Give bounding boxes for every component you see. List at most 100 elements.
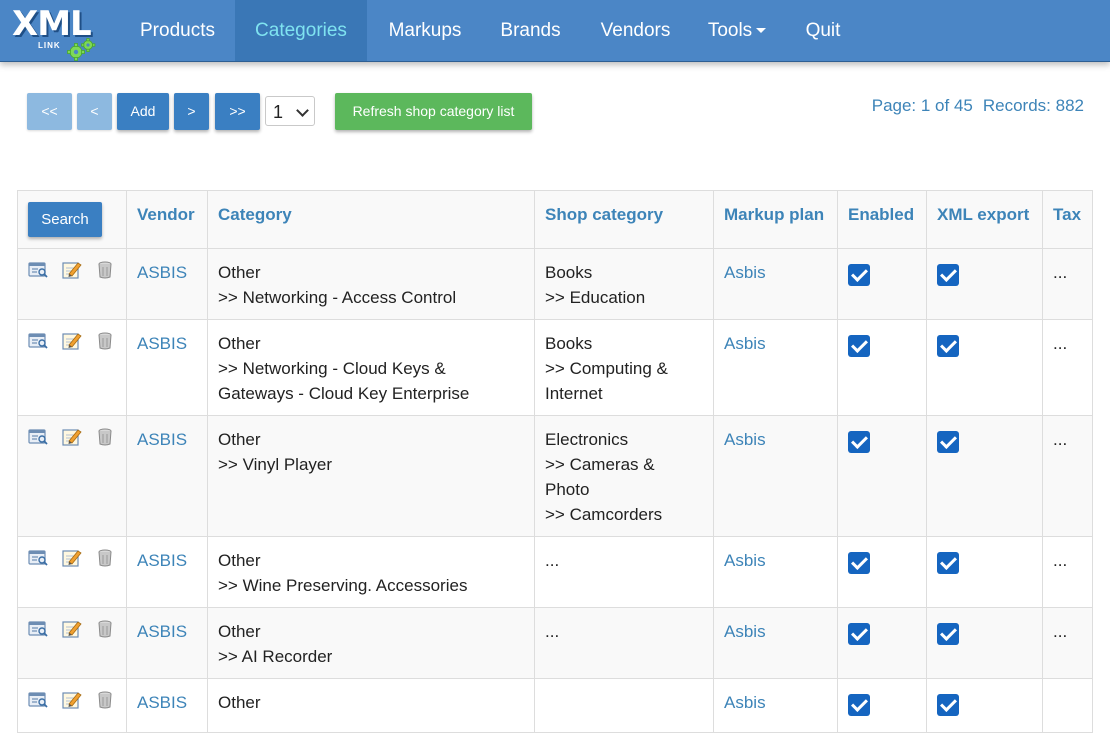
category-line: Other	[218, 693, 261, 712]
view-details-icon[interactable]	[28, 260, 48, 279]
row-actions-cell	[17, 607, 127, 679]
enabled-cell	[837, 248, 927, 320]
xml-export-checkbox[interactable]	[937, 335, 959, 357]
vendor-cell: ASBIS	[126, 536, 208, 608]
vendor-cell: ASBIS	[126, 319, 208, 416]
nav-brands-label: Brands	[500, 20, 561, 41]
table-row: ASBIS Other >> Networking - Cloud Keys & G…	[17, 319, 1093, 416]
xml-export-cell	[926, 248, 1043, 320]
column-header-tax[interactable]: Tax	[1042, 190, 1093, 249]
nav-brands[interactable]: Brands	[484, 0, 577, 61]
top-navbar: XML LINK Products Categories Markups Bra…	[0, 0, 1110, 62]
table-row: ASBIS Other Asbis	[17, 678, 1093, 733]
enabled-checkbox[interactable]	[848, 431, 870, 453]
last-page-button[interactable]: >>	[215, 93, 260, 130]
xml-export-checkbox[interactable]	[937, 264, 959, 286]
markup-plan-link[interactable]: Asbis	[724, 622, 766, 641]
tax-value[interactable]: ...	[1053, 551, 1067, 570]
markup-plan-link[interactable]: Asbis	[724, 263, 766, 282]
delete-icon[interactable]	[95, 619, 115, 638]
nav-vendors-label: Vendors	[600, 20, 671, 41]
vendor-link[interactable]: ASBIS	[137, 693, 187, 712]
nav-products[interactable]: Products	[121, 0, 234, 61]
records-counter: Records: 882	[982, 96, 1084, 115]
enabled-checkbox[interactable]	[848, 335, 870, 357]
app-logo[interactable]: XML LINK	[12, 4, 102, 61]
view-details-icon[interactable]	[28, 619, 48, 638]
shop-category-cell: ...	[534, 607, 714, 679]
category-line: >> AI Recorder	[218, 647, 333, 666]
category-cell: Other >> Wine Preserving. Accessories	[207, 536, 535, 608]
column-header-enabled[interactable]: Enabled	[837, 190, 927, 249]
vendor-link[interactable]: ASBIS	[137, 334, 187, 353]
nav-quit[interactable]: Quit	[787, 0, 859, 61]
add-button[interactable]: Add	[117, 93, 169, 130]
refresh-shop-category-button[interactable]: Refresh shop category list	[335, 93, 532, 130]
delete-icon[interactable]	[95, 260, 115, 279]
markup-plan-link[interactable]: Asbis	[724, 334, 766, 353]
tax-value[interactable]: ...	[1053, 263, 1067, 282]
edit-icon[interactable]	[62, 690, 82, 709]
edit-icon[interactable]	[62, 260, 82, 279]
vendor-link[interactable]: ASBIS	[137, 430, 187, 449]
shop-category-cell: Books >> Computing & Internet	[534, 319, 714, 416]
nav-tools-dropdown[interactable]: Tools	[694, 0, 780, 61]
delete-icon[interactable]	[95, 427, 115, 446]
first-page-button[interactable]: <<	[27, 93, 72, 130]
nav-vendors[interactable]: Vendors	[580, 0, 691, 61]
enabled-checkbox[interactable]	[848, 694, 870, 716]
page-select[interactable]: 1	[265, 96, 315, 126]
search-button[interactable]: Search	[28, 202, 102, 237]
prev-page-button[interactable]: <	[77, 93, 112, 130]
page-select-value: 1	[273, 102, 284, 122]
view-details-icon[interactable]	[28, 331, 48, 350]
edit-icon[interactable]	[62, 619, 82, 638]
nav-products-label: Products	[140, 20, 215, 41]
view-details-icon[interactable]	[28, 690, 48, 709]
next-page-button[interactable]: >	[174, 93, 209, 130]
category-line: >> Networking - Cloud Keys &	[218, 359, 446, 378]
edit-icon[interactable]	[62, 331, 82, 350]
enabled-checkbox[interactable]	[848, 623, 870, 645]
xml-export-checkbox[interactable]	[937, 552, 959, 574]
view-details-icon[interactable]	[28, 548, 48, 567]
tax-cell: ...	[1042, 319, 1093, 416]
enabled-checkbox[interactable]	[848, 552, 870, 574]
category-cell: Other >> Networking - Cloud Keys & Gateway…	[207, 319, 535, 416]
column-header-shop-category[interactable]: Shop category	[534, 190, 714, 249]
delete-icon[interactable]	[95, 690, 115, 709]
column-header-xml-export[interactable]: XML export	[926, 190, 1043, 249]
xml-export-checkbox[interactable]	[937, 694, 959, 716]
xml-export-checkbox[interactable]	[937, 431, 959, 453]
edit-icon[interactable]	[62, 548, 82, 567]
vendor-link[interactable]: ASBIS	[137, 263, 187, 282]
category-line: >> Networking - Access Control	[218, 288, 457, 307]
shop-category-line: Electronics	[545, 430, 629, 449]
enabled-checkbox[interactable]	[848, 264, 870, 286]
markup-plan-link[interactable]: Asbis	[724, 430, 766, 449]
tax-value[interactable]: ...	[1053, 622, 1067, 641]
xml-export-checkbox[interactable]	[937, 623, 959, 645]
column-header-markup-plan[interactable]: Markup plan	[713, 190, 838, 249]
vendor-cell: ASBIS	[126, 248, 208, 320]
vendor-link[interactable]: ASBIS	[137, 551, 187, 570]
column-header-vendor[interactable]: Vendor	[126, 190, 208, 249]
markup-plan-link[interactable]: Asbis	[724, 551, 766, 570]
vendor-link[interactable]: ASBIS	[137, 622, 187, 641]
nav-markups[interactable]: Markups	[369, 0, 481, 61]
nav-markups-label: Markups	[388, 20, 462, 41]
column-header-category[interactable]: Category	[207, 190, 535, 249]
view-details-icon[interactable]	[28, 427, 48, 446]
delete-icon[interactable]	[95, 331, 115, 350]
tax-value[interactable]: ...	[1053, 334, 1067, 353]
vendor-cell: ASBIS	[126, 415, 208, 537]
shop-category-line: Photo	[545, 480, 590, 499]
markup-plan-cell: Asbis	[713, 248, 838, 320]
category-cell: Other >> Networking - Access Control	[207, 248, 535, 320]
row-actions-cell	[17, 536, 127, 608]
tax-value[interactable]: ...	[1053, 430, 1067, 449]
edit-icon[interactable]	[62, 427, 82, 446]
markup-plan-link[interactable]: Asbis	[724, 693, 766, 712]
nav-categories[interactable]: Categories	[235, 0, 367, 61]
delete-icon[interactable]	[95, 548, 115, 567]
